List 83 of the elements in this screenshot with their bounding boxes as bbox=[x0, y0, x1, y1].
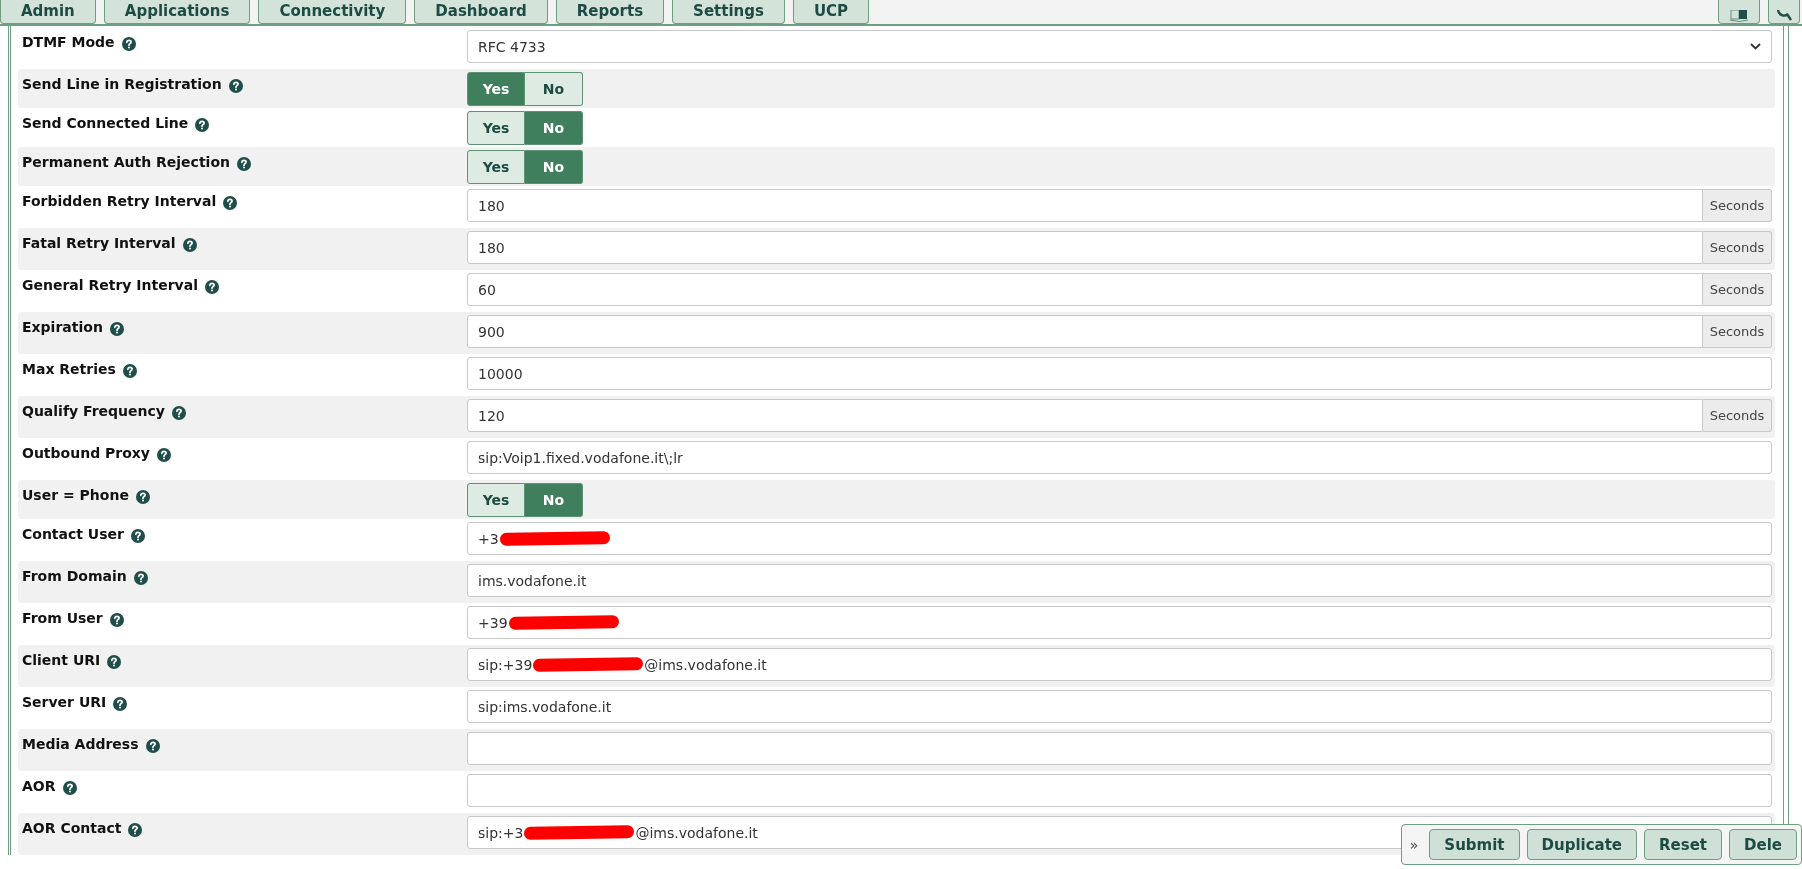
field-label: Outbound Proxy bbox=[22, 445, 150, 461]
help-icon[interactable] bbox=[121, 37, 136, 51]
field-label: From Domain bbox=[22, 568, 127, 584]
text-field[interactable]: ims.vodafone.it bbox=[467, 564, 1772, 597]
text-field[interactable]: 120 bbox=[467, 399, 1703, 432]
nav-tab[interactable]: Admin bbox=[0, 0, 96, 24]
toggle-option[interactable]: Yes bbox=[467, 150, 525, 184]
text-field[interactable]: +39 bbox=[467, 606, 1772, 639]
field-label: AOR bbox=[22, 778, 56, 794]
field-label: Max Retries bbox=[22, 361, 116, 377]
field-label: Send Connected Line bbox=[22, 115, 189, 131]
toggle-option[interactable]: No bbox=[525, 72, 583, 106]
field-label: Contact User bbox=[22, 526, 124, 542]
field-label: AOR Contact bbox=[22, 820, 122, 836]
nav-tab[interactable]: Settings bbox=[672, 0, 785, 24]
text-field[interactable] bbox=[467, 774, 1772, 807]
text-field[interactable]: 180 bbox=[467, 231, 1703, 264]
help-icon[interactable] bbox=[135, 490, 150, 504]
action-button[interactable]: Submit bbox=[1429, 829, 1520, 860]
action-button[interactable]: Dele bbox=[1729, 829, 1797, 860]
field-label: Qualify Frequency bbox=[22, 403, 165, 419]
help-icon[interactable] bbox=[133, 571, 148, 585]
text-field[interactable]: 60 bbox=[467, 273, 1703, 306]
unit-addon: Seconds bbox=[1703, 315, 1772, 348]
field-label: DTMF Mode bbox=[22, 34, 115, 50]
field-label: Client URI bbox=[22, 652, 101, 668]
help-icon[interactable] bbox=[130, 529, 145, 543]
field-label: General Retry Interval bbox=[22, 277, 198, 293]
action-button[interactable]: Duplicate bbox=[1526, 829, 1638, 860]
help-icon[interactable] bbox=[122, 364, 137, 378]
text-field[interactable]: 180 bbox=[467, 189, 1703, 222]
unit-addon: Seconds bbox=[1703, 273, 1772, 306]
nav-tab[interactable]: Applications bbox=[103, 0, 251, 24]
help-icon[interactable] bbox=[109, 613, 124, 627]
help-icon[interactable] bbox=[205, 280, 219, 294]
unit-addon: Seconds bbox=[1703, 231, 1772, 264]
field-label: Fatal Retry Interval bbox=[22, 235, 176, 251]
unit-addon: Seconds bbox=[1703, 399, 1772, 432]
help-icon[interactable] bbox=[109, 322, 124, 336]
text-field[interactable]: 900 bbox=[467, 315, 1703, 348]
search-button[interactable] bbox=[1768, 0, 1800, 24]
field-label: Send Line in Registration bbox=[22, 76, 222, 92]
help-icon[interactable] bbox=[195, 118, 210, 132]
dropdown-field[interactable]: RFC 4733 bbox=[467, 30, 1772, 63]
unit-addon: Seconds bbox=[1703, 189, 1772, 222]
help-icon[interactable] bbox=[156, 448, 171, 462]
help-icon[interactable] bbox=[237, 157, 251, 171]
toggle-option[interactable]: No bbox=[525, 483, 583, 517]
nav-tab[interactable]: Dashboard bbox=[414, 0, 548, 24]
help-icon[interactable] bbox=[145, 739, 160, 753]
help-icon[interactable] bbox=[223, 196, 238, 210]
text-field[interactable] bbox=[467, 732, 1772, 765]
toggle-option[interactable]: No bbox=[525, 111, 583, 145]
action-button[interactable]: Reset bbox=[1644, 829, 1723, 860]
help-icon[interactable] bbox=[228, 79, 243, 93]
toggle-option[interactable]: No bbox=[525, 150, 583, 184]
field-label: From User bbox=[22, 610, 103, 626]
nav-tab[interactable]: UCP bbox=[792, 0, 870, 24]
toggle-option[interactable]: Yes bbox=[467, 483, 525, 517]
field-label: Expiration bbox=[22, 319, 103, 335]
toggle-option[interactable]: Yes bbox=[467, 72, 525, 106]
help-icon[interactable] bbox=[171, 406, 186, 420]
nav-tab[interactable]: Reports bbox=[555, 0, 665, 24]
toggle-option[interactable]: Yes bbox=[467, 111, 525, 145]
field-label: Permanent Auth Rejection bbox=[22, 154, 230, 170]
help-icon[interactable] bbox=[128, 823, 143, 837]
field-label: Server URI bbox=[22, 694, 107, 710]
help-icon[interactable] bbox=[182, 238, 197, 252]
text-field[interactable]: sip:+39 @ims.vodafone.it bbox=[467, 648, 1772, 681]
help-icon[interactable] bbox=[107, 655, 122, 669]
field-label: Media Address bbox=[22, 736, 139, 752]
book-icon bbox=[1728, 10, 1750, 22]
help-icon[interactable] bbox=[113, 697, 128, 711]
help-icon[interactable] bbox=[62, 781, 77, 795]
nav-tab[interactable]: Connectivity bbox=[258, 0, 407, 24]
text-field[interactable]: +3 bbox=[467, 522, 1772, 555]
language-button[interactable] bbox=[1718, 0, 1760, 24]
field-label: User = Phone bbox=[22, 487, 129, 503]
chevron-down-icon bbox=[1750, 43, 1761, 50]
text-field[interactable]: sip:ims.vodafone.it bbox=[467, 690, 1772, 723]
field-label: Forbidden Retry Interval bbox=[22, 193, 217, 209]
text-field[interactable]: sip:Voip1.fixed.vodafone.it\;lr bbox=[467, 441, 1772, 474]
text-field[interactable]: 10000 bbox=[467, 357, 1772, 390]
